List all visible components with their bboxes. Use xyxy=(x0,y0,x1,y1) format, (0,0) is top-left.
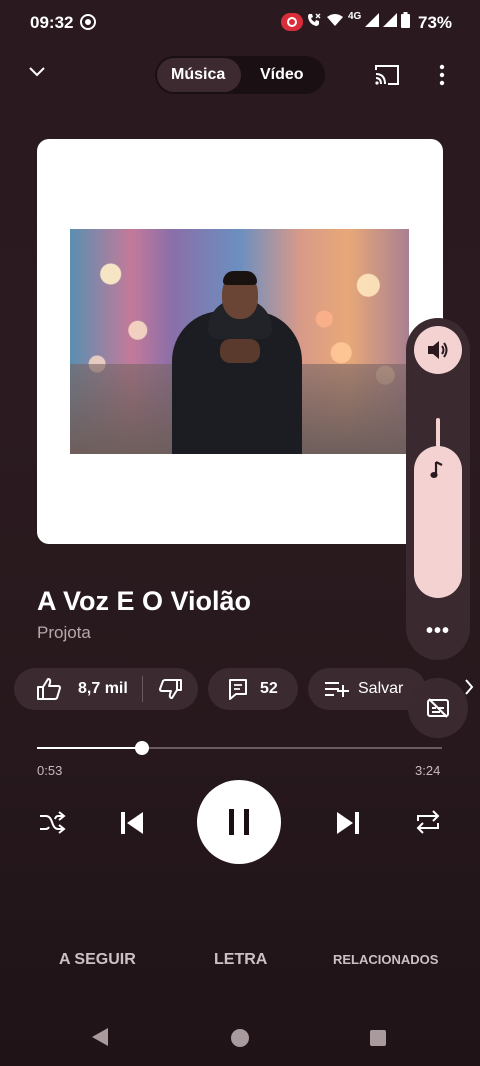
signal-icon xyxy=(365,13,380,27)
thumb-down-icon[interactable] xyxy=(158,678,183,700)
volume-mute-button[interactable] xyxy=(414,326,462,374)
captions-off-button[interactable] xyxy=(408,678,468,738)
previous-track-icon[interactable] xyxy=(119,810,145,836)
pause-icon xyxy=(229,809,249,835)
nav-home-icon[interactable] xyxy=(231,1029,249,1047)
comment-icon xyxy=(229,679,247,700)
recording-badge-icon xyxy=(281,13,303,31)
cast-icon[interactable] xyxy=(374,64,400,86)
chevron-down-icon[interactable] xyxy=(28,66,46,78)
network-type: 4G xyxy=(348,10,362,22)
pause-button[interactable] xyxy=(197,780,281,864)
chip-divider xyxy=(141,676,143,702)
like-count[interactable]: 8,7 mil xyxy=(78,680,128,698)
comments-button[interactable]: 52 xyxy=(208,668,298,710)
captions-off-icon xyxy=(427,698,449,718)
progress-thumb[interactable] xyxy=(135,741,150,755)
playlist-add-icon xyxy=(325,682,349,697)
battery-icon xyxy=(401,12,411,28)
thumb-up-icon[interactable] xyxy=(36,677,62,701)
more-options-icon[interactable] xyxy=(438,64,446,86)
comment-count: 52 xyxy=(260,680,278,697)
status-icons: 4G xyxy=(306,10,411,28)
music-note-icon xyxy=(430,461,443,478)
like-dislike-chip: 8,7 mil xyxy=(14,668,198,710)
screen-record-icon xyxy=(80,14,96,30)
save-label: Salvar xyxy=(358,680,404,697)
nav-recents-icon[interactable] xyxy=(370,1030,386,1046)
progress-fill xyxy=(37,747,143,749)
signal-icon-2 xyxy=(383,13,398,27)
next-track-icon[interactable] xyxy=(335,810,361,836)
nav-back-icon[interactable] xyxy=(92,1028,108,1046)
chevron-right-icon[interactable] xyxy=(464,678,474,696)
album-photo xyxy=(70,229,409,454)
tab-a-seguir[interactable]: A SEGUIR xyxy=(59,951,136,969)
speaker-icon xyxy=(428,341,448,359)
elapsed-time: 0:53 xyxy=(37,763,63,778)
tab-relacionados[interactable]: RELACIONADOS xyxy=(333,952,438,967)
repeat-icon[interactable] xyxy=(414,808,442,836)
wifi-icon xyxy=(327,14,343,26)
shuffle-icon[interactable] xyxy=(38,810,66,836)
song-artist[interactable]: Projota xyxy=(37,623,91,643)
volume-more-icon[interactable]: ••• xyxy=(426,620,450,643)
volume-track xyxy=(436,418,440,448)
total-time: 3:24 xyxy=(415,763,441,778)
tab-musica[interactable]: Música xyxy=(171,66,225,84)
battery-percent: 73% xyxy=(418,13,453,32)
song-title: A Voz E O Violão xyxy=(37,586,252,616)
tab-letra[interactable]: LETRA xyxy=(214,951,267,969)
wifi-call-icon xyxy=(308,13,321,26)
volume-slider[interactable] xyxy=(414,446,462,598)
status-time: 09:32 xyxy=(30,13,74,32)
tab-video[interactable]: Vídeo xyxy=(260,66,304,84)
